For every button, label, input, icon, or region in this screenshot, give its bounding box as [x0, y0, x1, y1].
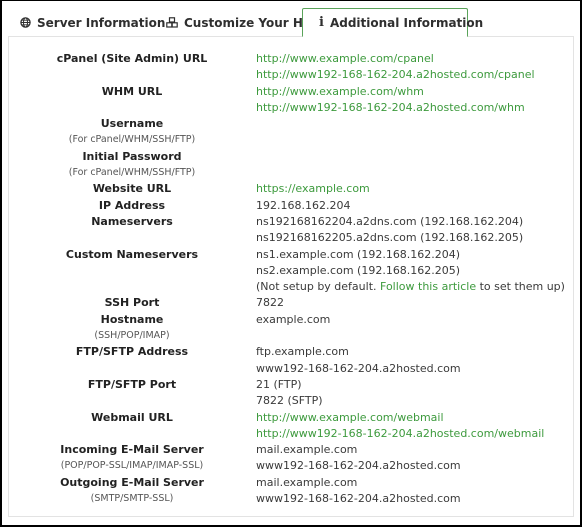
- tab-additional-information[interactable]: i Additional Information: [302, 8, 483, 37]
- outgoing-mail-server-label: Outgoing E-Mail Server: [60, 475, 204, 489]
- cpanel-url-link[interactable]: http://www.example.com/cpanel: [256, 51, 573, 67]
- tab-server-information[interactable]: Server Information: [8, 8, 165, 37]
- row-ssh-port: SSH Port 7822: [9, 295, 573, 311]
- row-website-url: Website URL https://example.com: [9, 181, 573, 197]
- whm-hosted-url-link[interactable]: http://www192-168-162-204.a2hosted.com/w…: [256, 100, 573, 116]
- row-ftp-port: FTP/SFTP Port 21 (FTP) 7822 (SFTP): [9, 377, 573, 410]
- hostname-label: Hostname: [100, 312, 164, 326]
- hostname-note: (SSH/POP/IMAP): [94, 330, 170, 342]
- tab-bar: Server Information Customize Your Hostin…: [8, 8, 483, 37]
- tab-label: Server Information: [37, 15, 166, 30]
- initial-password-note: (For cPanel/WHM/SSH/FTP): [68, 167, 196, 179]
- row-outgoing-mail-server: Outgoing E-Mail Server (SMTP/SMTP-SSL) m…: [9, 475, 573, 508]
- custom-nameserver-1-value: ns1.example.com (192.168.162.204): [256, 247, 461, 261]
- ftp-address-value-2: www192-168-162-204.a2hosted.com: [256, 361, 461, 375]
- tab-customize-your-hosting[interactable]: Customize Your Hosting: [156, 8, 345, 37]
- outgoing-mail-server-note: (SMTP/SMTP-SSL): [90, 493, 174, 505]
- cpanel-hosted-url-link[interactable]: http://www192-168-162-204.a2hosted.com/c…: [256, 67, 573, 83]
- row-cpanel-url: cPanel (Site Admin) URL http://www.examp…: [9, 51, 573, 84]
- webmail-url-label: Webmail URL: [91, 410, 173, 424]
- ftp-port-value-2: 7822 (SFTP): [256, 394, 323, 408]
- ip-address-label: IP Address: [98, 198, 166, 212]
- username-note: (For cPanel/WHM/SSH/FTP): [68, 134, 196, 146]
- ftp-port-value-1: 21 (FTP): [256, 377, 302, 391]
- follow-this-article-link[interactable]: Follow this article: [380, 280, 476, 293]
- row-initial-password: Initial Password (For cPanel/WHM/SSH/FTP…: [9, 149, 573, 182]
- custom-nameservers-label: Custom Nameservers: [65, 247, 199, 261]
- tab-label: Additional Information: [329, 15, 484, 30]
- window-frame: Server Information Customize Your Hostin…: [0, 0, 582, 527]
- initial-password-label: Initial Password: [82, 149, 182, 163]
- row-webmail-url: Webmail URL http://www.example.com/webma…: [9, 410, 573, 443]
- row-whm-url: WHM URL http://www.example.com/whm http:…: [9, 84, 573, 117]
- nameserver-2-value: ns192168162205.a2dns.com (192.168.162.20…: [256, 231, 524, 245]
- ssh-port-value: 7822: [256, 296, 284, 310]
- cpanel-url-label: cPanel (Site Admin) URL: [56, 52, 208, 65]
- row-ip-address: IP Address 192.168.162.204: [9, 198, 573, 214]
- ftp-address-label: FTP/SFTP Address: [75, 345, 189, 359]
- ip-address-value: 192.168.162.204: [256, 198, 351, 212]
- incoming-mail-server-note: (POP/POP-SSL/IMAP/IMAP-SSL): [60, 460, 204, 472]
- hostname-value: example.com: [256, 312, 331, 326]
- outgoing-mail-server-value-1: mail.example.com: [256, 475, 358, 489]
- info-icon: i: [319, 15, 324, 30]
- note-text-before: (Not setup by default.: [256, 280, 381, 294]
- outgoing-mail-server-value-2: www192-168-162-204.a2hosted.com: [256, 492, 461, 506]
- cubes-icon: [166, 17, 178, 28]
- nameserver-1-value: ns192168162204.a2dns.com (192.168.162.20…: [256, 214, 524, 228]
- webmail-hosted-url-link[interactable]: http://www192-168-162-204.a2hosted.com/w…: [256, 426, 573, 442]
- username-label: Username: [100, 117, 164, 131]
- webmail-url-link[interactable]: http://www.example.com/webmail: [256, 410, 573, 426]
- ftp-port-label: FTP/SFTP Port: [87, 377, 177, 391]
- custom-nameserver-2-value: ns2.example.com (192.168.162.205): [256, 263, 461, 277]
- row-ftp-address: FTP/SFTP Address ftp.example.com www192-…: [9, 344, 573, 377]
- incoming-mail-server-label: Incoming E-Mail Server: [60, 443, 204, 457]
- row-custom-nameservers: Custom Nameservers ns1.example.com (192.…: [9, 247, 573, 296]
- globe-icon: [20, 17, 31, 28]
- row-nameservers: Nameservers ns192168162204.a2dns.com (19…: [9, 214, 573, 247]
- note-text-after: to set them up): [476, 280, 565, 294]
- website-url-link[interactable]: https://example.com: [256, 181, 573, 197]
- ftp-address-value-1: ftp.example.com: [256, 345, 349, 359]
- nameservers-label: Nameservers: [91, 214, 173, 228]
- additional-information-panel: cPanel (Site Admin) URL http://www.examp…: [8, 36, 574, 517]
- row-incoming-mail-server: Incoming E-Mail Server (POP/POP-SSL/IMAP…: [9, 442, 573, 475]
- whm-url-link[interactable]: http://www.example.com/whm: [256, 84, 573, 100]
- custom-nameservers-note: (Not setup by default. Follow this artic…: [256, 279, 573, 295]
- row-hostname: Hostname (SSH/POP/IMAP) example.com: [9, 312, 573, 345]
- row-username: Username (For cPanel/WHM/SSH/FTP): [9, 116, 573, 149]
- website-url-label: Website URL: [92, 182, 172, 196]
- incoming-mail-server-value-1: mail.example.com: [256, 443, 358, 457]
- whm-url-label: WHM URL: [101, 84, 163, 98]
- incoming-mail-server-value-2: www192-168-162-204.a2hosted.com: [256, 459, 461, 473]
- ssh-port-label: SSH Port: [104, 296, 160, 310]
